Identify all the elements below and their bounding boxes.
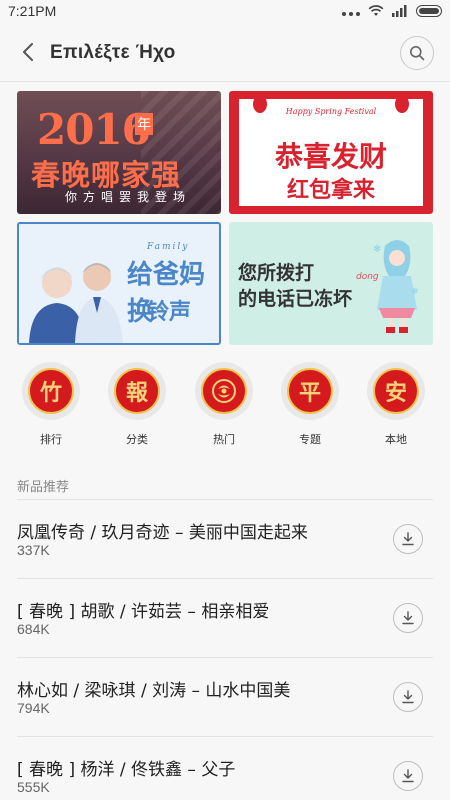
song-list-item[interactable]: 凤凰传奇 / 玖月奇迹 – 美丽中国走起来 337K	[17, 500, 433, 578]
category-ranking[interactable]: 竹 排行	[21, 362, 81, 447]
download-icon	[402, 690, 414, 704]
svg-text:❄: ❄	[373, 244, 381, 255]
chevron-left-icon	[23, 43, 33, 61]
song-size: 555K	[17, 779, 50, 795]
category-classify[interactable]: 報 分类	[107, 362, 167, 447]
app-bar: Επιλέξτε Ήχο	[0, 24, 450, 82]
safe-glyph-icon: 安	[373, 368, 419, 414]
status-time: 7:21PM	[8, 3, 57, 19]
download-icon	[402, 769, 414, 783]
song-title: 林心如 / 梁咏琪 / 刘涛 – 山水中国美	[17, 681, 291, 701]
peace-glyph-icon: 平	[287, 368, 333, 414]
category-badge: 平	[281, 362, 339, 420]
banner-line-2: 的电话已冻坏	[238, 288, 353, 310]
download-button[interactable]	[393, 524, 423, 554]
battery-icon	[416, 4, 442, 17]
banner-happy-spring-festival[interactable]: Happy Spring Festival 恭喜发财 红包拿来	[229, 91, 433, 214]
banner-subline: 铃声	[147, 300, 192, 325]
category-badge: 竹	[22, 362, 80, 420]
notification-dots-icon	[342, 11, 360, 16]
banner-english-text: Happy Spring Festival	[285, 107, 377, 116]
ornament-emblem-icon	[201, 368, 247, 414]
song-size: 684K	[17, 621, 50, 637]
category-badge: 安	[367, 362, 425, 420]
banner-subline: 你方唱罢我登场	[65, 190, 192, 204]
download-button[interactable]	[393, 603, 423, 633]
category-badge	[195, 362, 253, 420]
category-label: 分类	[126, 433, 148, 446]
girl-in-winter-illustration: ❄ ❄	[373, 240, 419, 333]
category-badge: 報	[108, 362, 166, 420]
song-list-item[interactable]: 林心如 / 梁咏琪 / 刘涛 – 山水中国美 794K	[17, 658, 433, 736]
category-label: 排行	[40, 433, 62, 446]
song-title: 凤凰传奇 / 玖月奇迹 – 美丽中国走起来	[17, 523, 308, 543]
banner-family-label: Family	[147, 242, 190, 252]
banner-line-1: 您所拨打	[238, 262, 315, 284]
song-list-item[interactable]: [ 春晚 ] 胡歌 / 许茹芸 – 相亲相爱 684K	[17, 579, 433, 657]
signal-icon	[392, 4, 407, 17]
download-button[interactable]	[393, 682, 423, 712]
category-label: 热门	[213, 433, 235, 446]
song-title: [ 春晚 ] 胡歌 / 许茹芸 – 相亲相爱	[17, 602, 270, 622]
status-icons	[342, 4, 442, 17]
svg-text:❄: ❄	[411, 287, 419, 297]
banner-card: Happy Spring Festival 恭喜发财 红包拿来	[239, 95, 423, 206]
category-hot[interactable]: 热门	[194, 362, 254, 447]
category-label: 本地	[385, 433, 407, 446]
section-title: 新品推荐	[17, 480, 70, 495]
banner-headline: 恭喜发财	[274, 140, 387, 173]
song-size: 337K	[17, 542, 50, 558]
song-size: 794K	[17, 700, 50, 716]
download-icon	[402, 611, 414, 625]
banner-subline: 红包拿来	[286, 178, 375, 203]
search-button[interactable]	[400, 36, 434, 70]
banner-family-ringtone[interactable]: Family 给爸妈换 铃声	[17, 222, 221, 345]
banner-year-suffix: 年	[135, 113, 153, 135]
wifi-icon	[368, 5, 384, 16]
report-glyph-icon: 報	[114, 368, 160, 414]
download-icon	[402, 532, 414, 546]
banner-frozen-phone[interactable]: 您所拨打 的电话已冻坏 dong huai ❄ ❄	[229, 222, 433, 345]
status-bar: 7:21PM	[0, 0, 450, 24]
search-icon	[410, 46, 425, 61]
banner-year: 2016	[37, 105, 151, 154]
elderly-couple-illustration	[19, 243, 131, 343]
back-button[interactable]	[14, 38, 42, 66]
song-list-item[interactable]: [ 春晚 ] 杨洋 / 佟铁鑫 – 父子 555K	[17, 737, 433, 800]
download-button[interactable]	[393, 761, 423, 791]
category-label: 专题	[299, 433, 321, 446]
category-topics[interactable]: 平 专题	[280, 362, 340, 447]
banner-spring-gala[interactable]: 2016 年 春晚哪家强 你方唱罢我登场	[17, 91, 221, 214]
banner-headline: 您所拨打 的电话已冻坏	[238, 260, 352, 312]
bamboo-glyph-icon: 竹	[28, 368, 74, 414]
category-local[interactable]: 安 本地	[366, 362, 426, 447]
page-title: Επιλέξτε Ήχο	[50, 42, 176, 63]
song-title: [ 春晚 ] 杨洋 / 佟铁鑫 – 父子	[17, 760, 236, 780]
